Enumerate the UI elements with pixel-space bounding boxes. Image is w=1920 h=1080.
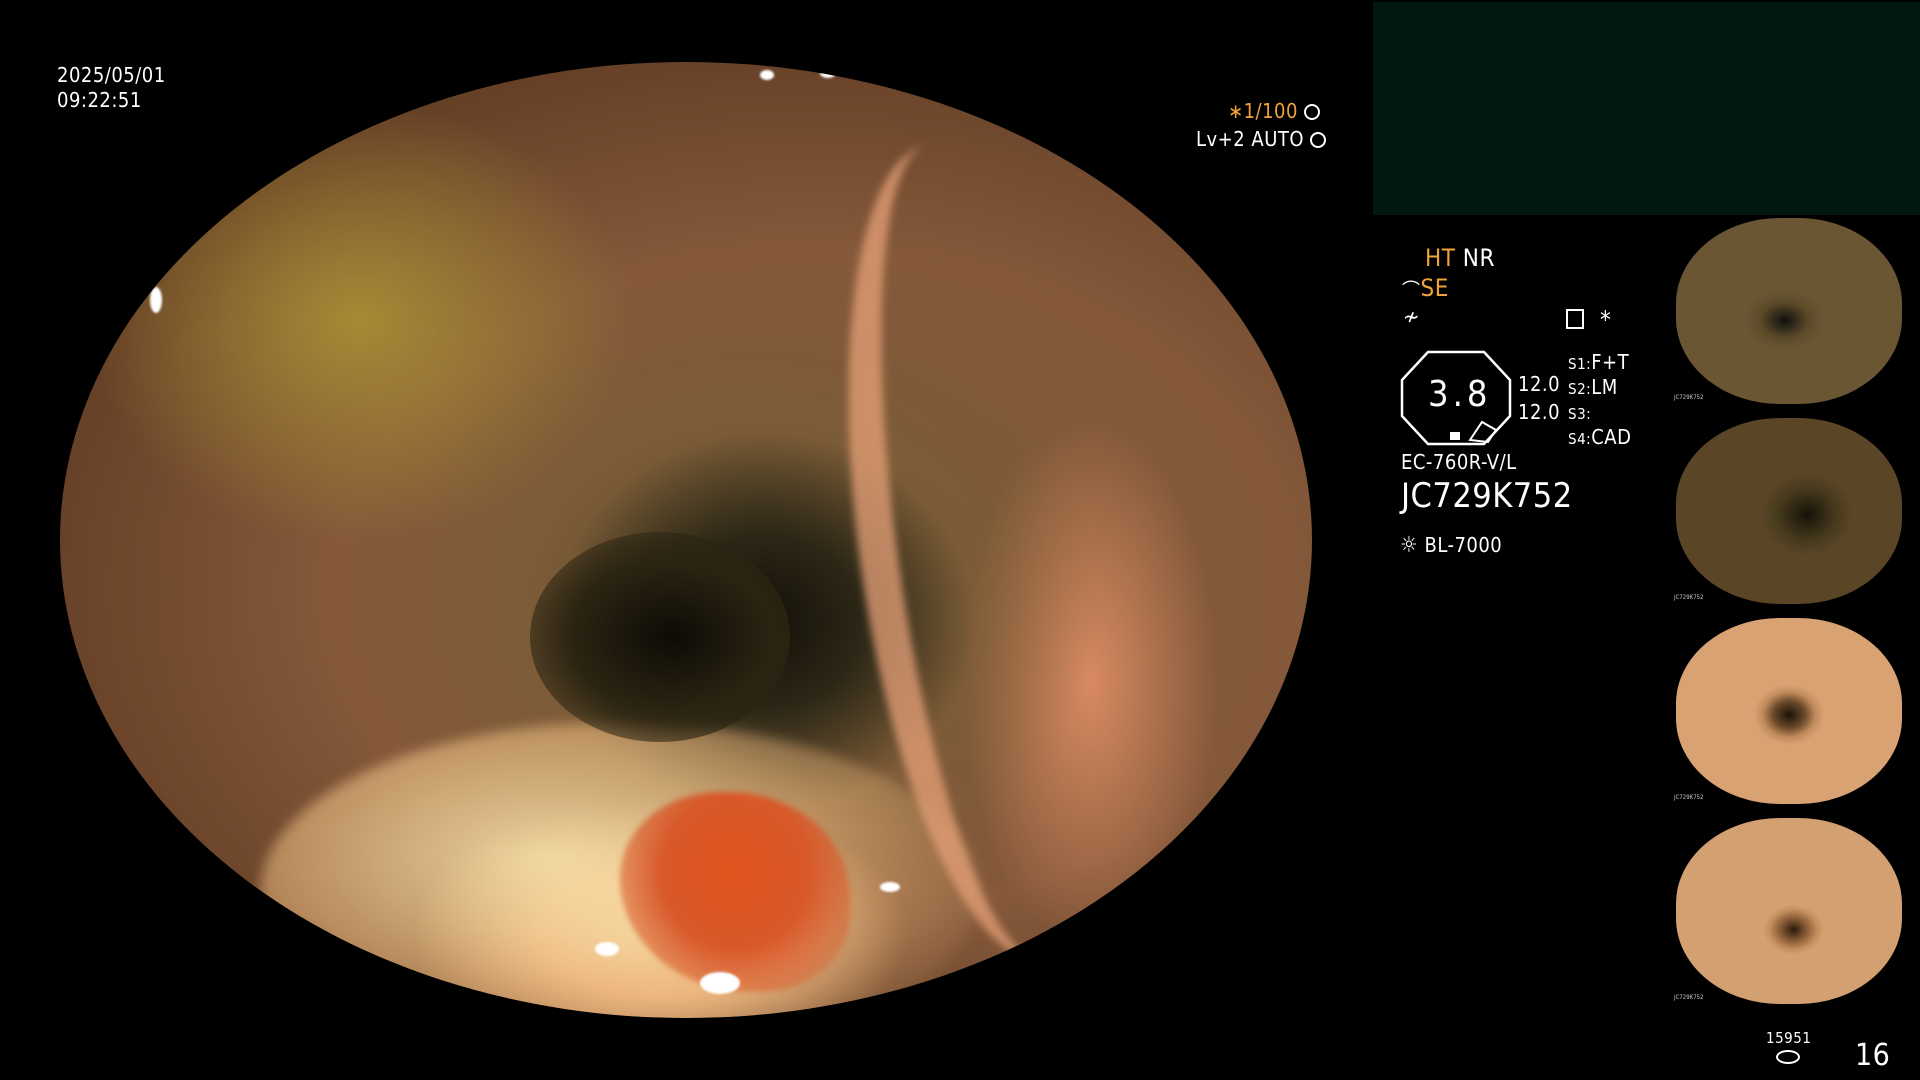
thumbnail-caption: JC729K752 (1674, 394, 1704, 401)
thumbnail-1[interactable]: JC729K752 (1670, 216, 1908, 406)
s4-setting: S4:CAD (1568, 425, 1631, 451)
s2-value: LM (1591, 375, 1618, 399)
nr-label: NR (1462, 244, 1495, 272)
endoscope-view (60, 62, 1312, 1018)
aperture-icon (1304, 104, 1321, 120)
se-label: SE (1420, 274, 1449, 302)
s4-key: S4: (1568, 430, 1592, 448)
storage-icon (1776, 1050, 1800, 1064)
light-reflection (310, 942, 340, 952)
shutter-speed: ∗1/100 (1228, 99, 1321, 123)
light-reflection (210, 197, 224, 219)
storage-count: 15951 (1766, 1029, 1812, 1047)
date-label: 2025/05/01 (57, 63, 166, 87)
se-indicator: ⌒SE (1402, 276, 1449, 303)
light-source-icon: ☼ (1400, 533, 1419, 558)
light-source: ☼ BL-7000 (1400, 533, 1502, 558)
thumbnail-caption: JC729K752 (1674, 594, 1704, 601)
memo-icon (1566, 309, 1584, 329)
info-panel-background (1373, 2, 1920, 215)
level-value: Lv+2 AUTO (1196, 127, 1305, 151)
s1-setting: S1:F+T (1568, 350, 1629, 376)
value-top: 12.0 (1518, 372, 1561, 396)
light-reflection (595, 942, 619, 956)
thumbnail-caption: JC729K752 (1674, 994, 1704, 1001)
thumbnail-image (1676, 218, 1902, 404)
thumbnail-image (1676, 418, 1902, 604)
value-bottom: 12.0 (1518, 400, 1561, 424)
s4-value: CAD (1591, 425, 1632, 449)
brightness-level: Lv+2 AUTO (1196, 127, 1327, 151)
light-reflection (150, 287, 162, 313)
thumbnail-4[interactable]: JC729K752 (1670, 816, 1908, 1006)
asterisk-marker: * (1600, 306, 1612, 334)
light-reflection (760, 70, 774, 80)
scope-model: EC-760R-V/L (1401, 450, 1517, 474)
s1-key: S1: (1568, 355, 1592, 373)
thumbnail-image (1676, 818, 1902, 1004)
s2-key: S2: (1568, 380, 1592, 398)
scope-serial: JC729K752 (1401, 476, 1573, 516)
thumbnail-image (1676, 618, 1902, 804)
shutter-value: ∗1/100 (1228, 99, 1298, 123)
thumbnail-caption: JC729K752 (1674, 794, 1704, 801)
ht-label: HT (1425, 244, 1456, 272)
s3-key: S3: (1568, 405, 1592, 423)
light-reflection (880, 882, 900, 892)
s3-setting: S3: (1568, 400, 1591, 426)
magnification-value: 3.8 (1428, 374, 1492, 415)
light-reflection (820, 68, 836, 78)
s2-setting: S2:LM (1568, 375, 1618, 401)
structure-enhance-icon: ⌒ (1402, 280, 1421, 301)
light-reflection (700, 972, 740, 994)
auto-iris-icon (1310, 132, 1327, 148)
thumbnail-2[interactable]: JC729K752 (1670, 416, 1908, 606)
light-source-label: BL-7000 (1424, 533, 1503, 557)
image-count: 16 (1855, 1038, 1891, 1073)
ht-nr-indicator: HT NR (1425, 246, 1495, 270)
color-mode-icon: ≁ (1403, 305, 1421, 330)
s1-value: F+T (1591, 350, 1630, 374)
lumen (530, 532, 790, 742)
thumbnail-3[interactable]: JC729K752 (1670, 616, 1908, 806)
time-label: 09:22:51 (57, 88, 142, 112)
